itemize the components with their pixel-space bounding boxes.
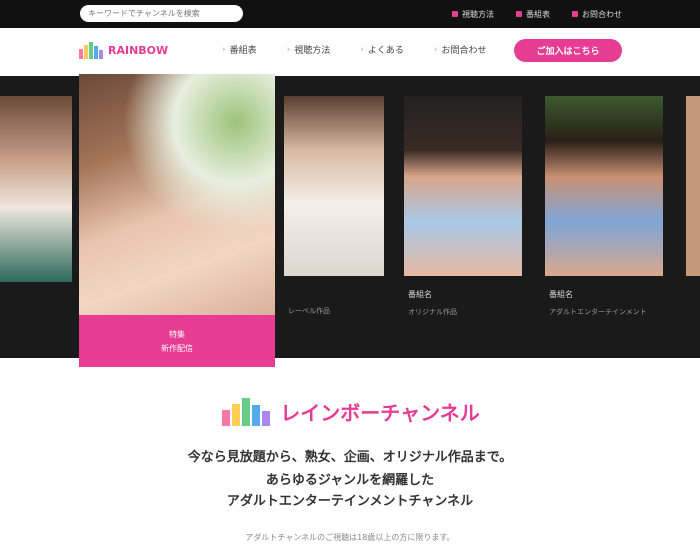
chevron-right-icon: › [360, 44, 364, 55]
program-name: 番組名 [549, 290, 573, 299]
featured-subtitle: 新作配信 [161, 343, 193, 353]
tagline-line-2: あらゆるジャンルを網羅した [265, 473, 435, 488]
program-desc: アダルトエンターテインメント [549, 308, 647, 316]
nav-links: › 番組表 › 視聴方法 › よくある › お問合わせ [222, 43, 487, 57]
tagline-line-3: アダルトエンターテインメントチャンネル [226, 494, 474, 509]
featured-band: 特集 新作配信 [79, 315, 275, 367]
nav-link-label: 視聴方法 [294, 46, 331, 56]
site-logo[interactable]: RAINBOW [78, 39, 168, 61]
rainbow-logo-icon [79, 42, 103, 59]
rainbow-logo-icon [222, 398, 271, 426]
program-thumbnail [545, 96, 663, 276]
program-thumbnail [0, 96, 72, 282]
program-desc: レーベル作品 [288, 307, 330, 315]
top-link-contact[interactable]: お問合わせ [572, 9, 622, 20]
tagline-line-1: 今なら見放題から、熟女、企画、オリジナル作品まで。 [187, 450, 513, 465]
brand-logo-text: レインボーチャンネル [280, 400, 480, 425]
brand-logo: レインボーチャンネル [0, 396, 700, 426]
nav-link-how-to[interactable]: › 視聴方法 [286, 43, 331, 57]
program-thumbnail [284, 96, 384, 276]
featured-program-card[interactable]: 特集 新作配信 [79, 74, 275, 368]
featured-title: 特集 [169, 329, 185, 339]
square-icon [572, 11, 578, 17]
chevron-right-icon: › [433, 44, 438, 55]
square-icon [452, 11, 458, 17]
nav-link-schedule[interactable]: › 番組表 [222, 43, 257, 57]
top-link-label: 視聴方法 [462, 9, 494, 19]
fine-print: アダルトチャンネルのご視聴は18歳以上の方に限ります。 [245, 533, 455, 542]
top-link-label: お問合わせ [582, 9, 622, 19]
nav-link-label: お問合わせ [441, 46, 487, 56]
top-links: 視聴方法 番組表 お問合わせ [452, 0, 622, 28]
logo-text: RAINBOW [108, 43, 169, 57]
nav-link-label: 番組表 [229, 46, 257, 56]
search-input[interactable]: キーワードでチャンネルを検索 [80, 5, 243, 22]
featured-thumbnail [79, 74, 275, 315]
chevron-right-icon: › [222, 44, 226, 55]
subscribe-button[interactable]: ご加入はこちら [514, 39, 622, 62]
nav-link-label: よくある [367, 46, 404, 56]
nav-link-faq[interactable]: › よくある [360, 43, 404, 57]
chevron-right-icon: › [286, 44, 291, 55]
nav-link-contact[interactable]: › お問合わせ [433, 43, 487, 57]
main-nav: RAINBOW › 番組表 › 視聴方法 › よくある › お問合わせ ご加入は… [0, 28, 700, 76]
top-link-schedule[interactable]: 番組表 [516, 9, 550, 20]
top-bar: キーワードでチャンネルを検索 視聴方法 番組表 お問合わせ [0, 0, 700, 28]
top-link-how-to-watch[interactable]: 視聴方法 [452, 9, 494, 20]
program-thumbnail [686, 96, 700, 276]
program-desc: オリジナル作品 [408, 308, 457, 316]
program-name: 番組名 [408, 290, 432, 299]
program-thumbnail [404, 96, 522, 276]
top-link-label: 番組表 [526, 9, 550, 19]
square-icon [516, 11, 522, 17]
